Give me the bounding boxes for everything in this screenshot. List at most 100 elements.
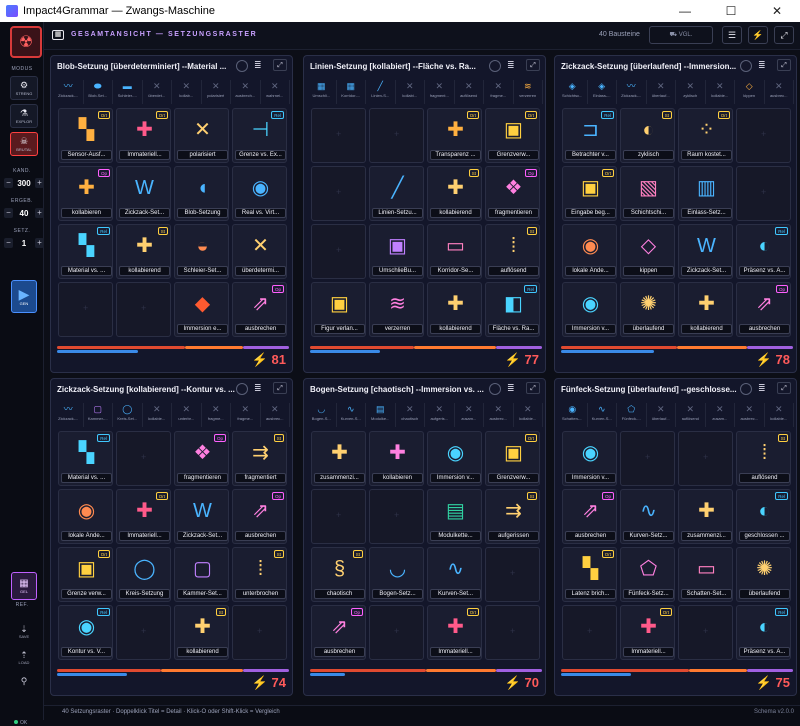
baustein-cell[interactable]: ◇ kippen — [620, 224, 675, 279]
setz-minus-button[interactable]: − — [4, 238, 13, 248]
layers-icon[interactable]: ≣ — [254, 383, 262, 394]
strip-item[interactable]: ✕ fragme... — [202, 403, 231, 427]
strip-item[interactable]: ≋ verzerren — [514, 80, 543, 104]
ergeb-minus-button[interactable]: − — [4, 208, 13, 218]
panel-title[interactable]: Fünfeck-Setzung [überlaufend] --geschlos… — [561, 385, 739, 394]
compare-toggle-circle[interactable] — [489, 60, 501, 72]
baustein-cell[interactable]: ✺ überlaufend — [620, 282, 675, 337]
strip-item[interactable]: ◇ kippen — [735, 80, 765, 104]
brutal-toggle-button[interactable]: ⚡ — [748, 26, 768, 44]
strip-item[interactable]: 〰 Zickzack-... — [54, 80, 84, 104]
strip-item[interactable]: ✕ überdet... — [143, 80, 172, 104]
baustein-cell[interactable]: ◐ Rel Präsenz vs. A... — [736, 605, 791, 660]
baustein-cell[interactable]: ✚ Op kollabieren — [58, 166, 113, 221]
compare-toggle-circle[interactable] — [236, 60, 248, 72]
strip-item[interactable]: ✕ auflösend — [455, 80, 484, 104]
strip-item[interactable]: ✕ kollabie... — [765, 403, 794, 427]
panel-expand-button[interactable]: ⤢ — [273, 382, 287, 394]
vgl-button[interactable]: ⛟ VGL. — [649, 26, 713, 44]
baustein-cell[interactable]: ✚ Ort Immateriell... — [116, 489, 171, 544]
baustein-cell[interactable]: ▤ Modulkette... — [427, 489, 482, 544]
strip-item[interactable]: ✕ auflösend — [676, 403, 706, 427]
baustein-cell[interactable]: ✚ kollabierend — [427, 282, 482, 337]
empty-slot[interactable] — [736, 166, 791, 221]
compare-toggle-circle[interactable] — [740, 60, 752, 72]
baustein-cell[interactable]: ◒ Schleier-Set... — [174, 224, 229, 279]
baustein-cell[interactable]: W Zickzack-Set... — [174, 489, 229, 544]
strip-item[interactable]: 〰 Zickzack-... — [617, 80, 647, 104]
strip-item[interactable]: ✕ ausbrech... — [231, 80, 261, 104]
baustein-cell[interactable]: ⇗ Op ausbrechen — [311, 605, 366, 660]
baustein-cell[interactable]: ▣ UmschlieBu... — [369, 224, 424, 279]
baustein-cell[interactable]: ◉ Immersion v... — [562, 282, 617, 337]
strip-item[interactable]: ∿ Kurven-S... — [337, 403, 366, 427]
baustein-cell[interactable]: ▥ Einlass-Setz... — [678, 166, 733, 221]
empty-slot[interactable] — [485, 547, 540, 602]
setzung-panel[interactable]: Zickzack-Setzung [überlaufend] --Immersi… — [554, 55, 797, 373]
baustein-cell[interactable]: ▭ Korridor-Se... — [427, 224, 482, 279]
strip-item[interactable]: ✕ zusam... — [706, 403, 735, 427]
empty-slot[interactable] — [369, 108, 424, 163]
baustein-cell[interactable]: ◉ Real vs. Virt... — [232, 166, 287, 221]
baustein-cell[interactable]: ▣ Ort Grenze verw... — [58, 547, 113, 602]
setzung-panel[interactable]: Blob-Setzung [überdeterminiert] --Materi… — [50, 55, 293, 373]
strip-item[interactable]: ✕ ausbrec... — [765, 80, 794, 104]
layers-icon[interactable]: ≣ — [507, 60, 515, 71]
empty-slot[interactable] — [678, 431, 733, 486]
strip-item[interactable]: ◈ Einlass-... — [588, 80, 617, 104]
baustein-cell[interactable]: ✚ St kollabierend — [116, 224, 171, 279]
strip-item[interactable]: ∿ Kurven-S... — [588, 403, 617, 427]
gel-button[interactable]: ▦ GEL — [11, 572, 37, 600]
minimize-button[interactable]: — — [662, 0, 708, 22]
layers-icon[interactable]: ≣ — [254, 60, 262, 71]
strip-item[interactable]: ✕ fragment... — [425, 80, 455, 104]
baustein-cell[interactable]: ✚ Ort Immateriell... — [427, 605, 482, 660]
baustein-cell[interactable]: ◯ Kreis-Setzung — [116, 547, 171, 602]
strip-item[interactable]: ✕ unterbr... — [172, 403, 202, 427]
strip-item[interactable]: ✕ chaotisch — [396, 403, 425, 427]
baustein-cell[interactable]: ⬠ Fünfeck-Setz... — [620, 547, 675, 602]
strip-item[interactable]: ◯ Kreis-Set... — [113, 403, 143, 427]
baustein-cell[interactable]: ✚ St kollabierend — [427, 166, 482, 221]
ergeb-plus-button[interactable]: + — [35, 208, 44, 218]
baustein-cell[interactable]: ⁘ Ort Raum kostet... — [678, 108, 733, 163]
baustein-cell[interactable]: ≋ verzerren — [369, 282, 424, 337]
setzung-panel[interactable]: Zickzack-Setzung [kollabierend] --Kontur… — [50, 378, 293, 696]
baustein-cell[interactable]: ∿ Kurven-Setz... — [620, 489, 675, 544]
baustein-cell[interactable]: W Zickzack-Set... — [116, 166, 171, 221]
strip-item[interactable]: 〰 Zickzack-... — [54, 403, 84, 427]
panel-expand-button[interactable]: ⤢ — [273, 59, 287, 71]
empty-slot[interactable] — [678, 605, 733, 660]
baustein-cell[interactable]: ✚ St kollabierend — [174, 605, 229, 660]
setzung-panel[interactable]: Fünfeck-Setzung [überlaufend] --geschlos… — [554, 378, 797, 696]
strip-item[interactable]: ⬬ Blob-Set... — [84, 80, 113, 104]
strip-item[interactable]: ✕ zusam... — [455, 403, 484, 427]
strip-item[interactable]: ✕ fragme... — [231, 403, 261, 427]
strip-item[interactable]: ✕ überlauf... — [647, 403, 676, 427]
baustein-cell[interactable]: ▚ Ort Sensor-Ausf... — [58, 108, 113, 163]
empty-slot[interactable] — [485, 605, 540, 660]
baustein-cell[interactable]: ⊐ Rel Betrachter v... — [562, 108, 617, 163]
baustein-cell[interactable]: ◆ Immersion e... — [174, 282, 229, 337]
panel-expand-button[interactable]: ⤢ — [777, 59, 791, 71]
baustein-cell[interactable]: ✕ überdetermi... — [232, 224, 287, 279]
baustein-cell[interactable]: ⇗ Op ausbrechen — [562, 489, 617, 544]
panel-title[interactable]: Zickzack-Setzung [überlaufend] --Immersi… — [561, 62, 739, 71]
strip-item[interactable]: ✕ kollabie... — [143, 403, 172, 427]
empty-slot[interactable] — [58, 282, 113, 337]
baustein-cell[interactable]: ✚ Ort Immateriell... — [116, 108, 171, 163]
panel-title[interactable]: Linien-Setzung [kollabiert] --Fläche vs.… — [310, 62, 488, 71]
compare-toggle-circle[interactable] — [489, 383, 501, 395]
baustein-cell[interactable]: ◐ Rel Präsenz vs. A... — [736, 224, 791, 279]
baustein-cell[interactable]: § St chaotisch — [311, 547, 366, 602]
empty-slot[interactable] — [116, 431, 171, 486]
strip-item[interactable]: ✕ kollabie... — [514, 403, 543, 427]
baustein-cell[interactable]: ⇉ St aufgerissen — [485, 489, 540, 544]
mode-button-explor[interactable]: ⚗ EXPLOR — [10, 104, 38, 128]
strip-item[interactable]: ▦ Korridor-... — [337, 80, 366, 104]
empty-slot[interactable] — [562, 605, 617, 660]
baustein-cell[interactable]: ✚ Ort Transparenz ... — [427, 108, 482, 163]
empty-slot[interactable] — [369, 489, 424, 544]
close-button[interactable]: ✕ — [754, 0, 800, 22]
strip-item[interactable]: ◡ Bogen-S... — [307, 403, 337, 427]
